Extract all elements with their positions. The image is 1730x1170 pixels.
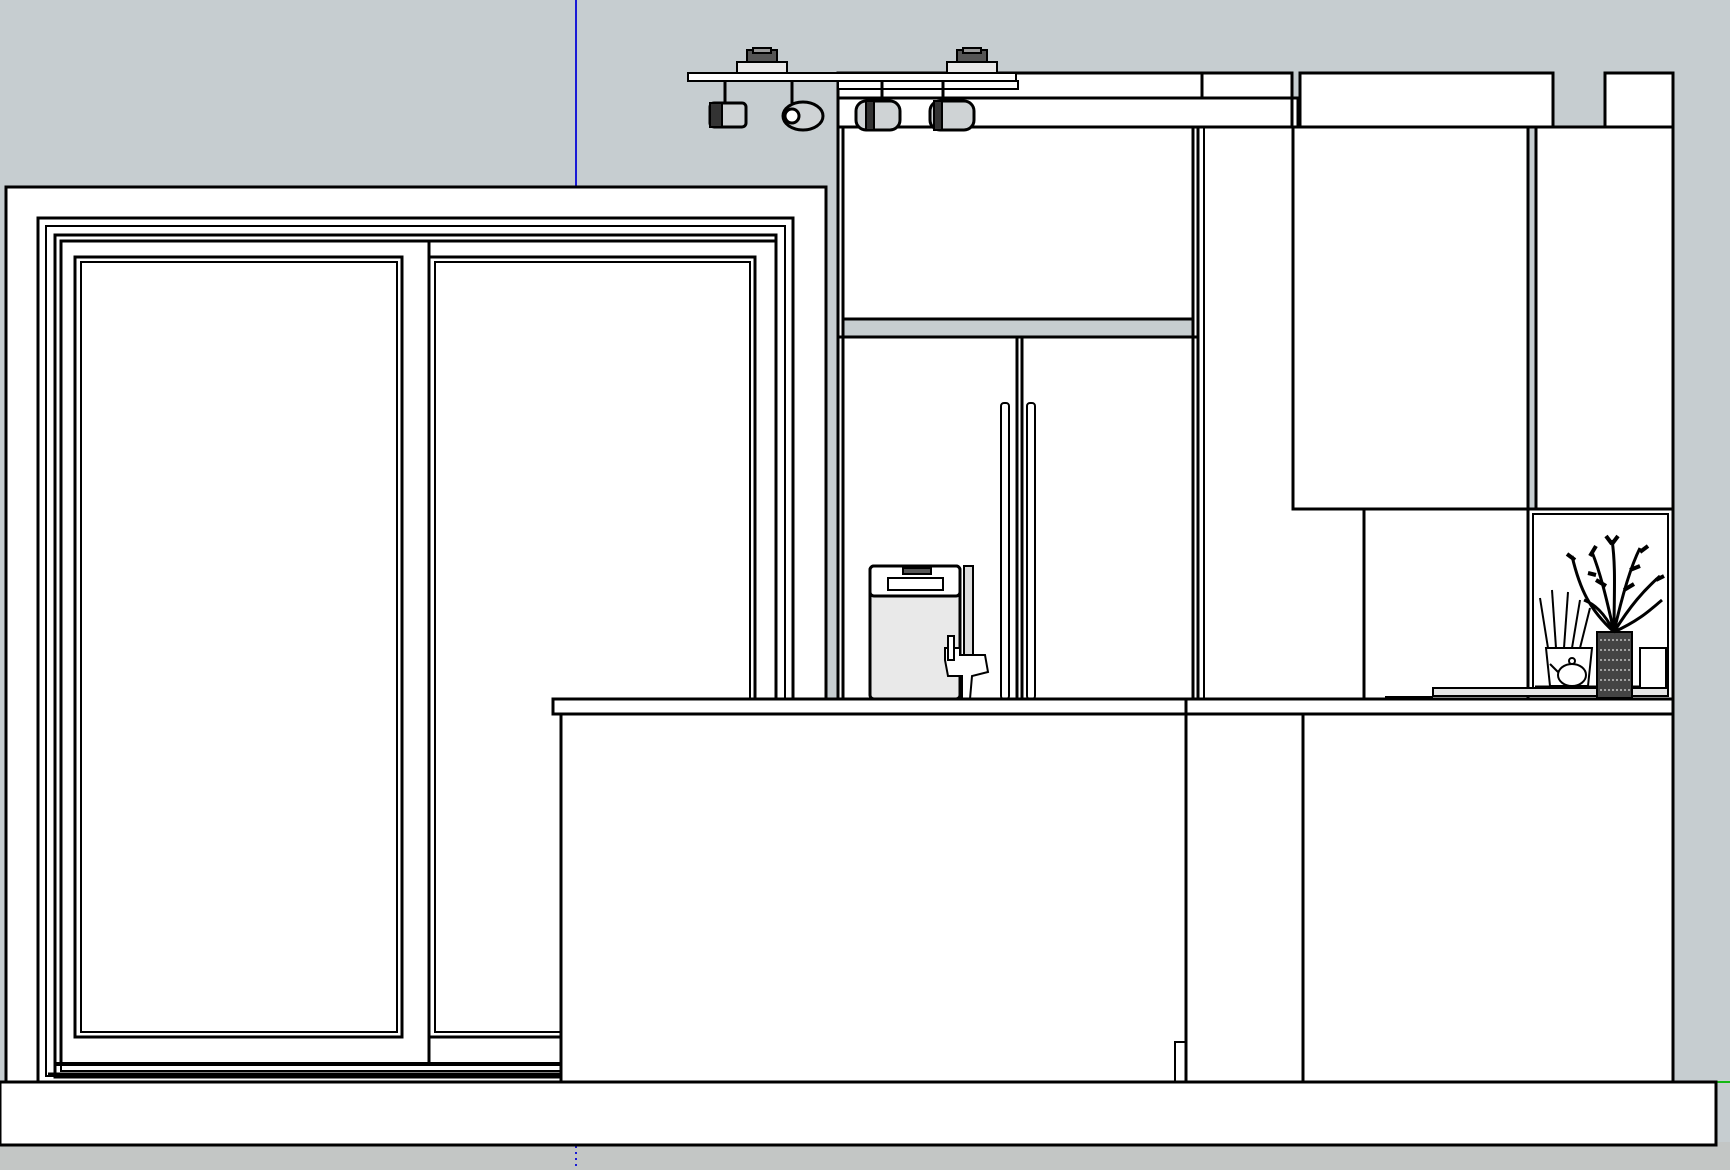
track-rail-2 bbox=[837, 80, 1019, 90]
base-cabinets[interactable] bbox=[1184, 712, 1675, 1084]
spotlight-1[interactable] bbox=[708, 81, 748, 129]
modeling-viewport[interactable] bbox=[0, 0, 1730, 1170]
floor-slab[interactable] bbox=[0, 1080, 1718, 1147]
kitchen-model-elevation[interactable] bbox=[0, 0, 1730, 1170]
recessed-wall bbox=[1362, 507, 1530, 701]
coffee-machine-panel bbox=[887, 577, 944, 591]
upper-cabinet[interactable] bbox=[836, 125, 1200, 339]
wall-cabinet-right[interactable] bbox=[1534, 125, 1675, 511]
base-cabinet-right[interactable] bbox=[1301, 712, 1675, 1084]
fridge-gap bbox=[841, 317, 1195, 339]
coffee-machine-pipe bbox=[963, 565, 974, 657]
countertop[interactable] bbox=[551, 697, 1675, 716]
soffit-fascia bbox=[836, 96, 1300, 129]
plant-pot bbox=[1596, 631, 1633, 699]
fridge-left-handle[interactable] bbox=[1000, 402, 1010, 700]
ceiling-canopy-right bbox=[946, 47, 998, 74]
ceiling-canopy-left bbox=[736, 47, 788, 74]
soffit-block-4 bbox=[1603, 71, 1675, 129]
spotlight-2[interactable] bbox=[781, 81, 825, 132]
left-door-glass-inner bbox=[80, 261, 398, 1033]
base-cabinet-left[interactable] bbox=[1184, 712, 1305, 1084]
kitchen-island[interactable] bbox=[559, 712, 1188, 1084]
spotlight-icon bbox=[854, 99, 902, 132]
coffee-machine-display bbox=[902, 567, 932, 575]
teapot-icon bbox=[1557, 663, 1587, 687]
soffit-block-3 bbox=[1298, 71, 1555, 129]
back-countertop[interactable] bbox=[1184, 697, 1675, 716]
wall-cabinet-left[interactable] bbox=[1291, 125, 1530, 511]
faucet-spout bbox=[947, 635, 955, 661]
soffit-block-2 bbox=[1200, 71, 1294, 100]
island-countertop[interactable] bbox=[551, 697, 1188, 716]
track-rail bbox=[687, 72, 1017, 82]
upper-cabinet-door[interactable] bbox=[841, 125, 1195, 321]
coffee-machine[interactable] bbox=[868, 564, 974, 701]
fridge-right-handle[interactable] bbox=[1026, 402, 1036, 700]
island-toe-notch bbox=[1174, 1041, 1187, 1083]
fridge-right-door[interactable] bbox=[1020, 335, 1195, 701]
island-base[interactable] bbox=[559, 712, 1188, 1084]
